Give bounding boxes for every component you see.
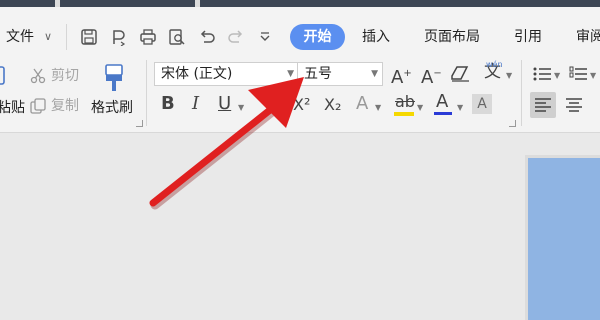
annotation-arrow: [149, 77, 304, 210]
